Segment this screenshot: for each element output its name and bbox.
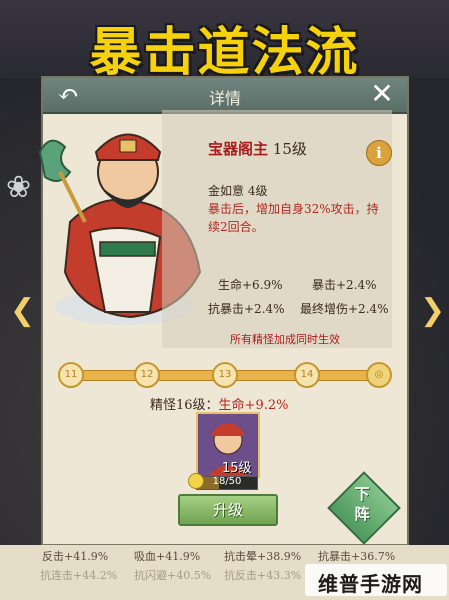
panel-title: 详情: [208, 89, 241, 108]
info-icon[interactable]: i: [366, 140, 392, 166]
fragment-progress-bar: 18/50: [196, 476, 258, 490]
portrait-level: 15级: [222, 461, 252, 476]
level-node[interactable]: 13: [212, 362, 238, 388]
bottom-stat: 抗闪避+40.5%: [134, 569, 212, 582]
level-node[interactable]: 12: [134, 362, 160, 388]
unequip-button-char: 阵: [354, 505, 370, 523]
bottom-stat: 抗击晕+38.9%: [224, 550, 302, 563]
next-level-label: 精怪16级：: [150, 398, 219, 413]
stat-crit: 暴击+2.4%: [312, 278, 377, 292]
hero-name: 宝器阁主: [208, 140, 269, 158]
next-level-value: 生命+9.2%: [218, 398, 289, 413]
hero-level: 15级: [272, 140, 307, 158]
bottom-stat: 吸血+41.9%: [134, 550, 201, 563]
level-node[interactable]: 14: [294, 362, 320, 388]
next-arrow-icon[interactable]: ❯: [420, 296, 445, 326]
bottom-stat: 抗连击+44.2%: [40, 569, 118, 582]
cloud-icon: ❀: [6, 170, 32, 205]
watermark-text: 维普手游网: [318, 572, 423, 596]
bottom-stat: 抗暴击+36.7%: [318, 550, 396, 563]
hero-name-row: 宝器阁主 15级: [208, 138, 307, 159]
upgrade-button[interactable]: 升级: [178, 494, 278, 526]
panel-header: ↶ 详情 ✕: [43, 78, 407, 114]
banner-title: 暴击道法流: [89, 23, 360, 83]
level-node[interactable]: 11: [58, 362, 84, 388]
bottom-stat: 抗反击+43.3%: [224, 569, 302, 582]
fragment-count: 18/50: [212, 476, 242, 487]
stat-hp: 生命+6.9%: [218, 278, 283, 292]
stat-final-dmg: 最终增伤+2.4%: [300, 302, 389, 316]
fragment-icon: [188, 473, 204, 489]
swirl-icon[interactable]: ◎: [366, 362, 392, 388]
stat-crit-res: 抗暴击+2.4%: [208, 302, 285, 316]
unequip-button-char: 下: [354, 485, 370, 503]
unequip-button-text: 下阵: [342, 484, 382, 524]
close-icon[interactable]: ✕: [365, 79, 399, 109]
prev-arrow-icon[interactable]: ❮: [10, 296, 35, 326]
skill-name: 金如意 4级: [208, 184, 268, 198]
unequip-button-label: 下阵: [342, 484, 382, 524]
next-level-bonus: 精怪16级：生命+9.2%: [150, 394, 288, 413]
skill-description: 暴击后，增加自身32%攻击，持续2回合。: [208, 202, 379, 234]
bonus-note: 所有精怪加成同时生效: [230, 333, 340, 346]
bottom-stat: 反击+41.9%: [42, 550, 109, 563]
title-banner: 暴击道法流: [0, 0, 449, 83]
